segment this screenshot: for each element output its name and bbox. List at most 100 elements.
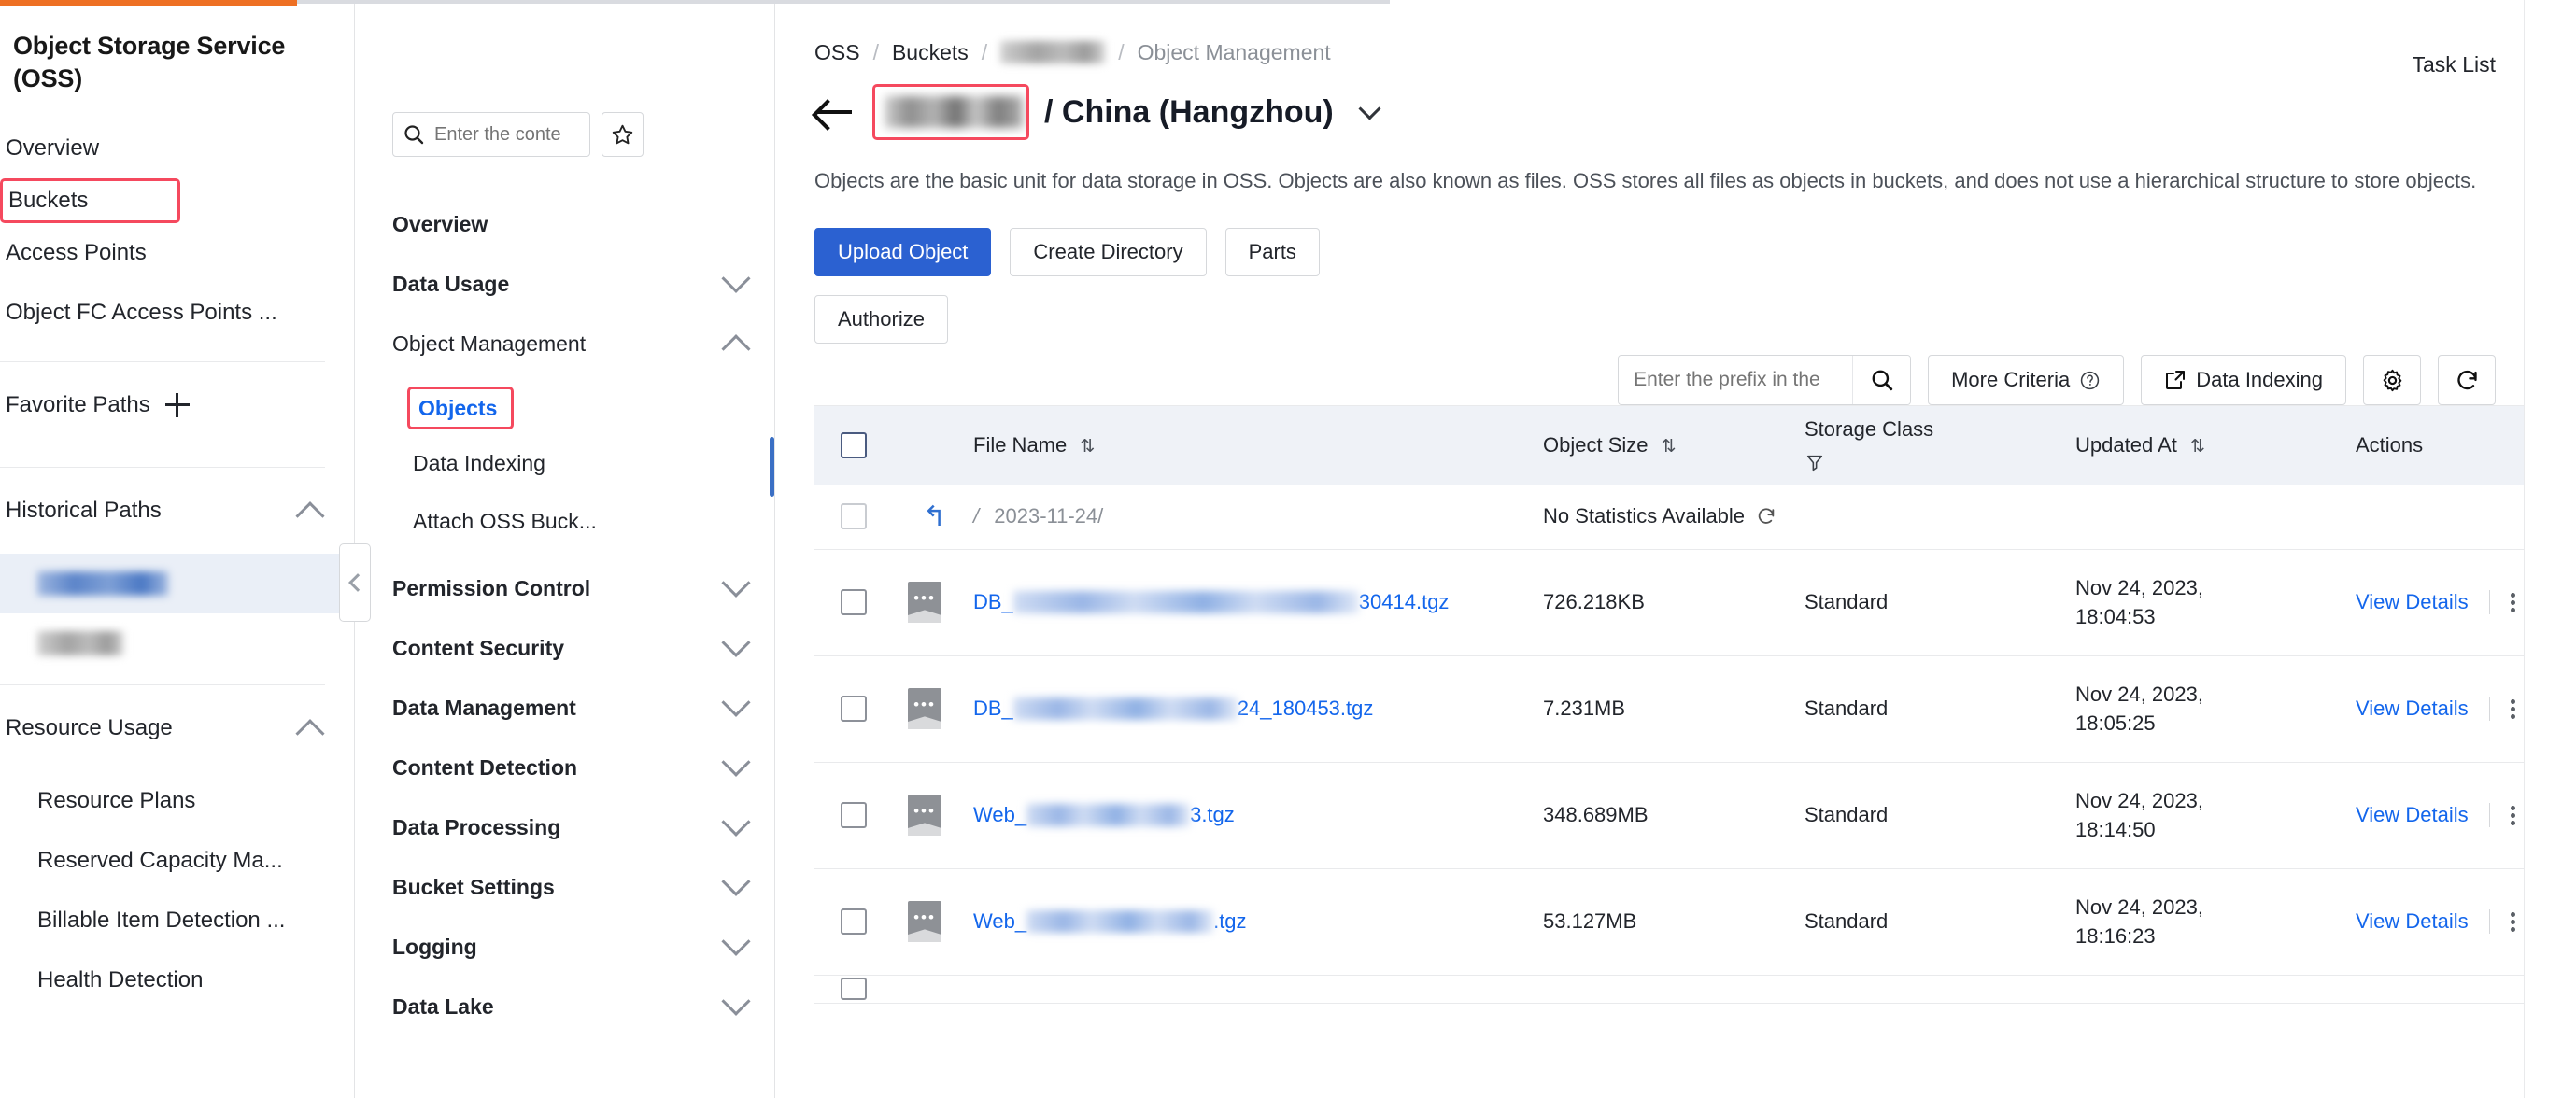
sidebar-item-billable-item-detection[interactable]: Billable Item Detection ... (0, 891, 354, 950)
bucket-nav-data-management[interactable]: Data Management (355, 678, 774, 738)
sort-icon[interactable]: ⇅ (1080, 436, 1095, 458)
sidebar-item-buckets[interactable]: Buckets (0, 178, 180, 224)
bucket-sidebar: Overview Data Usage Object Management Ob… (339, 0, 775, 1098)
file-name-link[interactable]: Web_ 3.tgz (973, 803, 1543, 827)
chevron-down-icon[interactable] (1358, 96, 1381, 120)
breadcrumb-buckets[interactable]: Buckets (892, 40, 969, 65)
bucket-nav-content-security[interactable]: Content Security (355, 618, 774, 678)
row-checkbox[interactable] (841, 696, 867, 723)
header-storage-class[interactable]: Storage Class (1805, 417, 2075, 473)
historical-path-label (37, 631, 123, 656)
historical-path-item-1[interactable] (0, 554, 354, 614)
breadcrumb-bucket-name[interactable] (1000, 41, 1106, 63)
historical-paths-label: Historical Paths (6, 498, 162, 524)
nav-scroll-indicator[interactable] (770, 437, 774, 497)
header-object-size[interactable]: Object Size ⇅ (1543, 433, 1805, 458)
task-list-link[interactable]: Task List (2413, 52, 2496, 77)
view-details-link[interactable]: View Details (2356, 697, 2469, 721)
bucket-nav-data-usage[interactable]: Data Usage (355, 254, 774, 314)
bucket-nav-bucket-settings[interactable]: Bucket Settings (355, 857, 774, 917)
upload-object-button[interactable]: Upload Object (814, 227, 992, 276)
row-checkbox[interactable] (841, 589, 867, 616)
row-storage-class-cell: Standard (1805, 697, 1889, 721)
sidebar-collapse-button[interactable] (339, 543, 371, 622)
sidebar-item-health-detection[interactable]: Health Detection (0, 950, 354, 1010)
bucket-nav-data-lake[interactable]: Data Lake (355, 977, 774, 1036)
sort-icon[interactable]: ⇅ (1662, 436, 1677, 458)
sort-icon[interactable]: ⇅ (2190, 436, 2205, 458)
bucket-nav-permission-control[interactable]: Permission Control (355, 558, 774, 618)
kebab-menu-icon[interactable] (2510, 592, 2515, 612)
refresh-icon[interactable] (1756, 506, 1776, 527)
prefix-search-box[interactable] (1618, 355, 1912, 405)
kebab-menu-icon[interactable] (2510, 911, 2515, 932)
view-details-link[interactable]: View Details (2356, 803, 2469, 827)
row-checkbox[interactable] (841, 503, 867, 530)
data-indexing-label: Data Indexing (2196, 368, 2323, 391)
sidebar-item-reserved-capacity[interactable]: Reserved Capacity Ma... (0, 831, 354, 891)
bucket-nav-objects[interactable]: Objects (407, 387, 514, 429)
view-details-link[interactable]: View Details (2356, 590, 2469, 614)
table-toolbar: More Criteria Data Indexing (1618, 355, 2496, 405)
create-directory-button[interactable]: Create Directory (1010, 227, 1207, 276)
sidebar-section-resource-usage[interactable]: Resource Usage (0, 685, 354, 771)
bucket-nav-label: Logging (392, 934, 477, 959)
product-sidebar: Object Storage Service (OSS) Overview Bu… (0, 0, 355, 1098)
row-checkbox[interactable] (841, 908, 867, 936)
sidebar-item-object-fc-access-points[interactable]: Object FC Access Points ... (0, 283, 354, 343)
bucket-nav-overview[interactable]: Overview (355, 194, 774, 254)
row-checkbox[interactable] (841, 978, 867, 1001)
filter-icon[interactable] (1805, 453, 1825, 473)
header-updated-at[interactable]: Updated At ⇅ (2075, 433, 2356, 458)
chevron-down-icon (721, 747, 751, 777)
file-name-link[interactable]: DB_ 30414.tgz (973, 590, 1543, 614)
bucket-nav-attach-oss-bucket[interactable]: Attach OSS Buck... (355, 499, 774, 543)
table-row[interactable]: ••• Web_ 3.tgz 348.689MB Standard Nov 24… (814, 763, 2576, 869)
sidebar-item-overview[interactable]: Overview (0, 119, 354, 178)
parts-button[interactable]: Parts (1224, 227, 1320, 276)
historical-path-item-2[interactable] (0, 613, 354, 673)
select-all-checkbox[interactable] (841, 431, 867, 458)
file-name-link[interactable]: Web_ .tgz (973, 909, 1543, 934)
table-row-parent[interactable]: ↱ / 2023-11-24/ No Statistics Available (814, 485, 2576, 550)
table-row[interactable]: ••• DB_ 24_180453.tgz 7.231MB Standard N… (814, 656, 2576, 763)
breadcrumb-oss[interactable]: OSS (814, 40, 860, 65)
header-file-name[interactable]: File Name ⇅ (973, 433, 1543, 458)
favorite-button[interactable] (602, 112, 644, 157)
bucket-nav-object-management[interactable]: Object Management (355, 314, 774, 373)
sidebar-item-access-points[interactable]: Access Points (0, 223, 354, 283)
prefix-search-button[interactable] (1852, 356, 1911, 404)
bucket-nav-data-processing[interactable]: Data Processing (355, 797, 774, 857)
more-criteria-button[interactable]: More Criteria (1928, 355, 2125, 405)
sidebar-item-resource-plans[interactable]: Resource Plans (0, 771, 354, 831)
data-indexing-button[interactable]: Data Indexing (2141, 355, 2346, 405)
sidebar-section-favorite-paths[interactable]: Favorite Paths (0, 362, 354, 448)
authorize-button[interactable]: Authorize (814, 294, 948, 344)
prefix-search-input[interactable] (1619, 356, 1853, 404)
table-row[interactable] (814, 976, 2576, 1004)
bucket-search-box[interactable] (392, 112, 590, 157)
row-updated-at-cell: Nov 24, 2023, 18:16:23 (2075, 893, 2356, 952)
bucket-nav-content-detection[interactable]: Content Detection (355, 738, 774, 797)
plus-icon[interactable] (164, 393, 190, 418)
refresh-button[interactable] (2438, 355, 2496, 405)
file-name-suffix: 30414.tgz (1358, 590, 1450, 614)
row-checkbox[interactable] (841, 802, 867, 829)
table-row[interactable]: ••• Web_ .tgz 53.127MB Standard Nov 24, … (814, 869, 2576, 976)
sidebar-section-historical-paths[interactable]: Historical Paths (0, 468, 354, 554)
file-name-link[interactable]: DB_ 24_180453.tgz (973, 697, 1543, 721)
gear-icon (2383, 369, 2401, 391)
select-all-cell (814, 431, 908, 458)
bucket-search-input[interactable] (434, 123, 574, 146)
return-arrow-icon[interactable]: ↱ (923, 500, 946, 533)
bucket-nav-logging[interactable]: Logging (355, 917, 774, 977)
breadcrumb-separator: / (1118, 39, 1125, 64)
back-arrow-icon[interactable] (814, 96, 852, 128)
bucket-nav-data-indexing[interactable]: Data Indexing (355, 441, 774, 486)
view-details-link[interactable]: View Details (2356, 909, 2469, 934)
table-row[interactable]: ••• DB_ 30414.tgz 726.218KB Standard Nov… (814, 550, 2576, 656)
table-settings-button[interactable] (2363, 355, 2421, 405)
kebab-menu-icon[interactable] (2510, 805, 2515, 825)
kebab-menu-icon[interactable] (2510, 698, 2515, 719)
bucket-name-highlight[interactable] (872, 84, 1029, 140)
